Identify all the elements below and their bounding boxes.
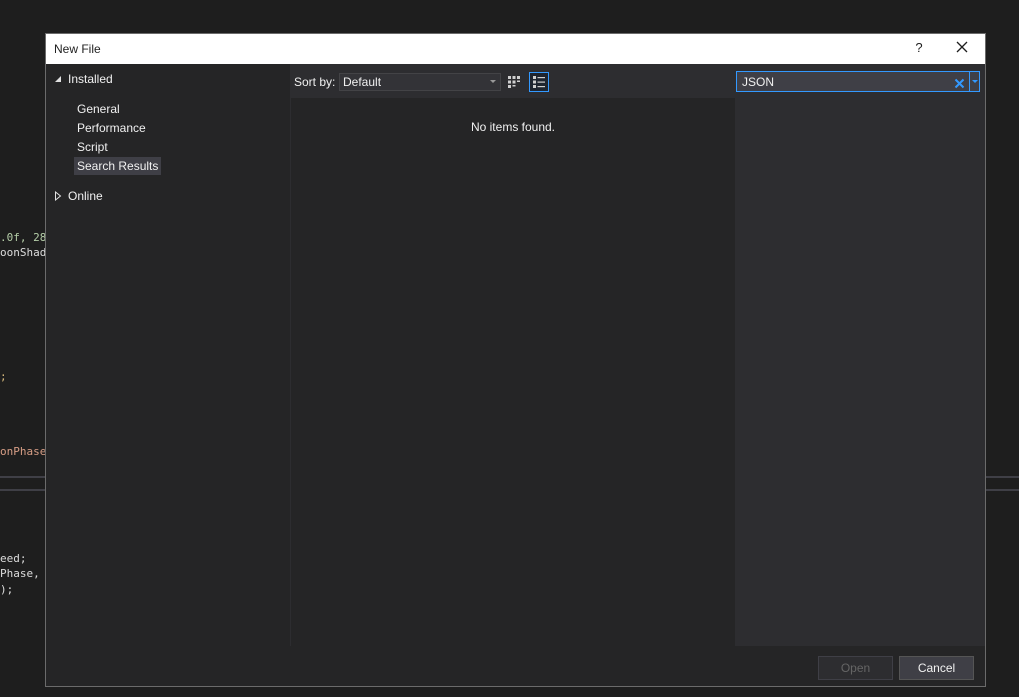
search-dropdown-button[interactable] bbox=[969, 72, 980, 91]
new-file-dialog: New File ? Installed General Performance… bbox=[45, 33, 986, 687]
bg-divider bbox=[985, 489, 1019, 491]
empty-list-message: No items found. bbox=[470, 120, 556, 134]
bg-divider bbox=[0, 489, 45, 491]
template-tree: Installed General Performance Script Sea… bbox=[46, 64, 290, 646]
tree-item-performance[interactable]: Performance bbox=[74, 119, 149, 137]
details-pane bbox=[736, 98, 984, 646]
cancel-button[interactable]: Cancel bbox=[899, 656, 974, 680]
search-box[interactable] bbox=[736, 71, 980, 92]
close-icon bbox=[956, 41, 968, 53]
dialog-title: New File bbox=[54, 42, 101, 56]
tree-node-installed[interactable]: Installed bbox=[54, 72, 113, 86]
tree-item-search-results[interactable]: Search Results bbox=[74, 157, 162, 175]
expanded-arrow-icon[interactable] bbox=[54, 75, 68, 83]
tree-item-general[interactable]: General bbox=[74, 100, 123, 118]
tree-item-script[interactable]: Script bbox=[74, 138, 111, 156]
chevron-down-icon bbox=[490, 80, 496, 83]
small-icons-view-button[interactable] bbox=[504, 72, 524, 92]
dialog-footer: Open Cancel bbox=[46, 646, 985, 686]
close-button[interactable] bbox=[954, 39, 970, 55]
clear-icon bbox=[954, 78, 965, 89]
sort-by-value: Default bbox=[343, 75, 382, 89]
search-input[interactable] bbox=[737, 72, 952, 91]
template-list: No items found. bbox=[291, 98, 735, 646]
sort-by-label: Sort by: bbox=[294, 75, 336, 89]
bg-divider bbox=[985, 476, 1019, 478]
help-button[interactable]: ? bbox=[912, 40, 926, 55]
bg-code-line: ; bbox=[0, 370, 7, 383]
bg-code-line: eed; bbox=[0, 552, 27, 565]
list-view-button[interactable] bbox=[529, 72, 549, 92]
tree-node-label: Online bbox=[68, 189, 103, 203]
dialog-titlebar: New File ? bbox=[46, 34, 985, 64]
sort-by-select[interactable]: Default bbox=[339, 73, 501, 91]
open-button[interactable]: Open bbox=[818, 656, 893, 680]
bg-divider bbox=[0, 476, 45, 478]
bg-code-line: ); bbox=[0, 583, 14, 596]
tree-node-online[interactable]: Online bbox=[54, 189, 103, 203]
tree-node-label: Installed bbox=[68, 72, 113, 86]
small-icons-view-icon bbox=[508, 76, 520, 88]
clear-search-button[interactable] bbox=[954, 76, 965, 89]
list-view-icon bbox=[533, 76, 545, 88]
collapsed-arrow-icon[interactable] bbox=[54, 191, 68, 201]
